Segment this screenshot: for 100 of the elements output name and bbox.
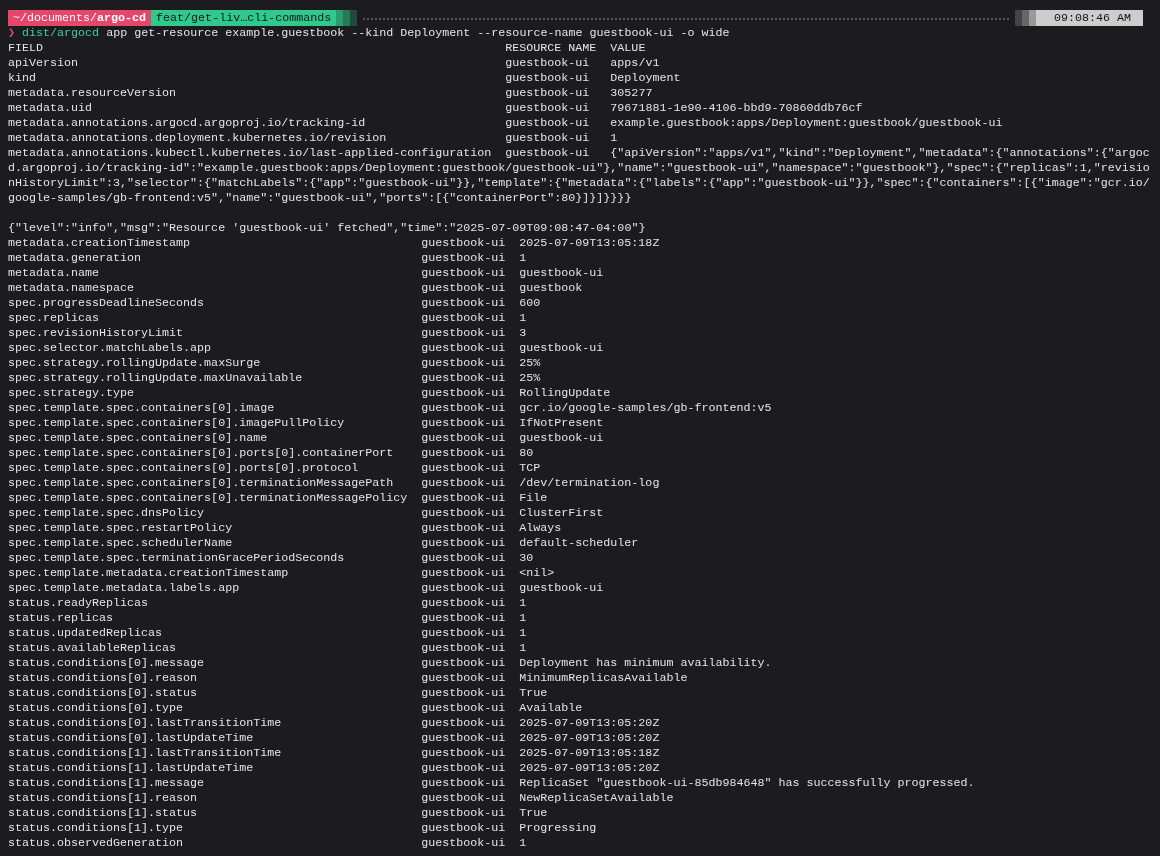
table-cell-text: guestbook-ui [421,371,507,386]
table-cell-text: guestbook-ui [421,716,507,731]
table-cell: 80 [519,446,534,460]
table-cell-text: status.conditions[1].message [8,776,206,791]
table-cell: 2025-07-09T13:05:20Z [519,716,660,730]
table-cell-text: status.conditions[1].reason [8,791,199,806]
table-cell-text: status.conditions[1].lastUpdateTime [8,761,255,776]
table-cell-text: spec.template.spec.terminationGracePeriodSeconds [8,551,346,566]
table-cell-text: guestbook-ui [421,596,507,611]
prompt-symbol: ❯ [8,26,16,40]
table-cell-text: guestbook-ui [421,341,507,356]
table-cell: NewReplicaSetAvailable [519,791,674,805]
table-cell-text: guestbook-ui [421,326,507,341]
table-cell-text: spec.template.spec.containers[0].terminationMessagePath [8,476,395,491]
table-cell-text: guestbook-ui [421,626,507,641]
table-cell: File [519,491,548,505]
table-cell: 30 [519,551,534,565]
table-cell-text: guestbook-ui [421,416,507,431]
table-cell: 2025-07-09T13:05:18Z [519,746,660,760]
table-cell: 1 [519,251,527,265]
table-cell-text: metadata.generation [8,251,143,266]
table-row-text: metadata.annotations.argocd.argoproj.io/tracking-id guestbook-ui example.guestbook:apps/Deployment:guestbook/guestbook-ui [8,116,1004,131]
table-cell-text: guestbook-ui [421,461,507,476]
table-cell-text: spec.template.spec.containers[0].terminationMessagePolicy [8,491,409,506]
table-cell-text: guestbook-ui [421,566,507,581]
table-cell-text: guestbook-ui [421,476,507,491]
table-cell-text: guestbook-ui [421,536,507,551]
table-cell-text: guestbook-ui [421,281,507,296]
table-cell-text: guestbook-ui [421,251,507,266]
table-cell: Deployment has minimum availability. [519,656,772,670]
table-cell-text: guestbook-ui [421,431,507,446]
table-cell: 1 [519,596,527,610]
table-cell: guestbook-ui [519,341,604,355]
table-cell-text: spec.template.spec.schedulerName [8,536,234,551]
table-row-text: metadata.resourceVersion guestbook-ui 305277 [8,86,654,101]
table-cell-text: status.conditions[0].lastUpdateTime [8,731,255,746]
table-cell: guestbook [519,281,583,295]
table-cell: <nil> [519,566,555,580]
table-cell: 1 [519,836,527,850]
command-arguments: app get-resource example.guestbook --kind Deployment --resource-name guestbook-ui -o wide [106,26,730,40]
table-cell: 1 [519,311,527,325]
table-cell-text: spec.replicas [8,311,101,326]
table-cell: RollingUpdate [519,386,611,400]
table-cell: 1 [519,641,527,655]
table-cell-text: status.conditions[0].status [8,686,199,701]
table-cell: Available [519,701,583,715]
table-cell: 2025-07-09T13:05:20Z [519,761,660,775]
table-cell-text: status.conditions[0].type [8,701,185,716]
table-cell: 2025-07-09T13:05:18Z [519,236,660,250]
table-cell: IfNotPresent [519,416,604,430]
table-cell-text: status.conditions[1].status [8,806,199,821]
table-cell-text: spec.selector.matchLabels.app [8,341,213,356]
table-cell: /dev/termination-log [519,476,660,490]
clock-segment: 09:08:46 AM [1035,10,1143,26]
table-cell: TCP [519,461,541,475]
table-cell: Always [519,521,562,535]
table-cell: guestbook-ui [519,581,604,595]
gradient-blocks [336,10,358,26]
table-cell-text: spec.template.spec.containers[0].name [8,431,269,446]
table-cell: 600 [519,296,541,310]
table-cell-text: guestbook-ui [421,356,507,371]
table-cell-text: guestbook-ui [421,806,507,821]
table-cell: 1 [519,611,527,625]
table-cell-text: spec.template.metadata.creationTimestamp [8,566,290,581]
table-cell: True [519,686,548,700]
table-cell-text: status.conditions[1].lastTransitionTime [8,746,283,761]
table-cell: ClusterFirst [519,506,604,520]
table-cell-text: spec.template.spec.containers[0].ports[0].containerPort [8,446,395,461]
table-cell-text: status.conditions[0].lastTransitionTime [8,716,283,731]
table-cell-text: spec.template.spec.dnsPolicy [8,506,206,521]
table-cell: 25% [519,356,541,370]
table-cell-text: guestbook-ui [421,386,507,401]
table-cell: 2025-07-09T13:05:20Z [519,731,660,745]
table-cell: True [519,806,548,820]
table-cell-text: spec.template.spec.restartPolicy [8,521,234,536]
table-cell-text: status.conditions[0].message [8,656,206,671]
table-cell-text: guestbook-ui [421,491,507,506]
table-cell-text: guestbook-ui [421,776,507,791]
command-name: dist/argocd [22,26,100,40]
table-cell-text: guestbook-ui [421,296,507,311]
table-cell-text: status.conditions[0].reason [8,671,199,686]
table-cell-text: guestbook-ui [421,506,507,521]
table-cell: 3 [519,326,527,340]
table-cell: gcr.io/google-samples/gb-frontend:v5 [519,401,772,415]
table-cell-text: guestbook-ui [421,446,507,461]
table-cell-text: spec.template.spec.containers[0].image [8,401,276,416]
table-row-text: metadata.uid guestbook-ui 79671881-1e90-4106-bbd9-70860ddb76cf [8,101,864,116]
table-cell: ReplicaSet "guestbook-ui-85db984648" has successfully progressed. [519,776,975,790]
table-cell-text: spec.strategy.rollingUpdate.maxSurge [8,356,262,371]
table-cell-text: guestbook-ui [421,551,507,566]
table-cell-text: spec.template.metadata.labels.app [8,581,241,596]
table-cell: 25% [519,371,541,385]
table-cell-text: metadata.namespace [8,281,136,296]
column-header: RESOURCE NAME [505,41,598,56]
gradient-blocks [1014,10,1036,26]
table-cell-text: spec.revisionHistoryLimit [8,326,185,341]
table-cell-text: status.updatedReplicas [8,626,164,641]
table-cell-text: guestbook-ui [421,401,507,416]
table-cell-text: guestbook-ui [421,746,507,761]
table-cell: 1 [519,626,527,640]
